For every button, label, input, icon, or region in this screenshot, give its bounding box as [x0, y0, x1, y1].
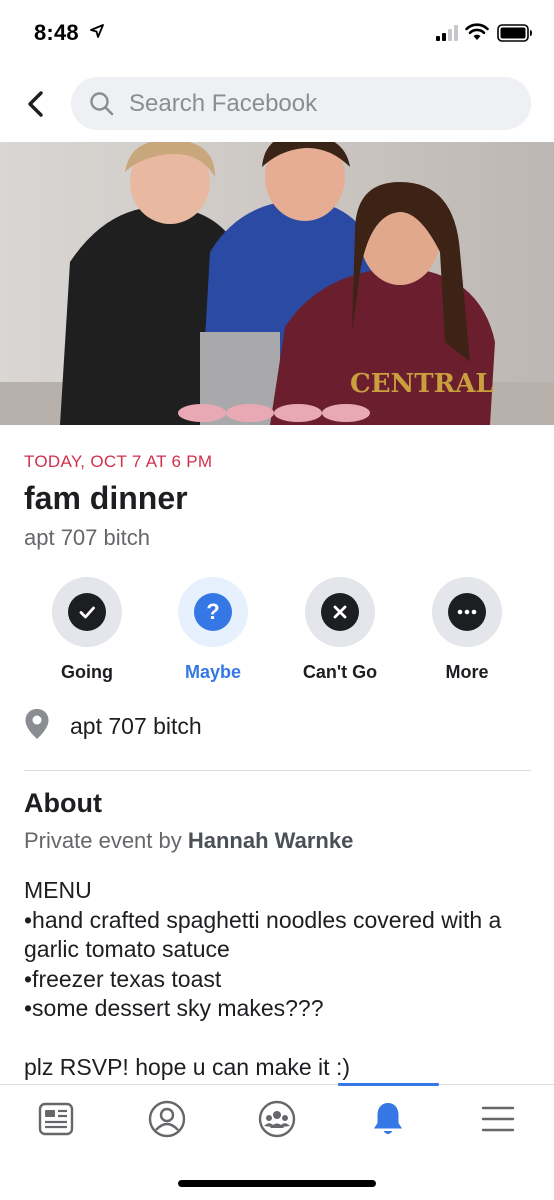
question-mark-icon: ?	[194, 593, 232, 631]
top-nav-bar: Search Facebook	[0, 70, 554, 136]
tab-profile[interactable]	[137, 1095, 197, 1143]
cant-go-label: Can't Go	[302, 662, 378, 682]
more-label: More	[445, 662, 489, 682]
profile-icon	[148, 1100, 186, 1138]
chevron-left-icon	[28, 91, 43, 117]
checkmark-icon	[68, 593, 106, 631]
more-icon-bg	[432, 577, 502, 647]
event-cover-photo[interactable]: CENTRAL	[0, 142, 554, 425]
maybe-label: Maybe	[184, 662, 242, 682]
event-host: Private event by Hannah Warnke	[24, 828, 353, 854]
news-feed-icon	[38, 1102, 74, 1136]
location-pin-icon	[24, 708, 50, 745]
search-input[interactable]: Search Facebook	[71, 77, 531, 130]
host-name-link[interactable]: Hannah Warnke	[188, 828, 353, 853]
groups-icon	[258, 1100, 296, 1138]
event-location[interactable]: apt 707 bitch	[24, 706, 202, 746]
maybe-button[interactable]: ? Maybe	[153, 577, 273, 683]
svg-text:CENTRAL: CENTRAL	[350, 369, 494, 399]
active-tab-indicator	[338, 1083, 439, 1086]
tab-notifications[interactable]	[358, 1095, 418, 1143]
tab-news-feed[interactable]	[26, 1095, 86, 1143]
event-description: MENU •hand crafted spaghetti noodles cov…	[24, 877, 502, 1080]
bell-icon	[374, 1103, 402, 1134]
location-arrow-icon	[90, 24, 104, 43]
cellular-signal-icon	[436, 25, 460, 46]
battery-icon	[497, 24, 533, 47]
location-text: apt 707 bitch	[70, 712, 202, 739]
bottom-tab-bar	[0, 1083, 554, 1154]
cant-go-icon-bg	[305, 577, 375, 647]
going-button[interactable]: Going	[27, 577, 147, 683]
status-time: 8:48	[34, 20, 79, 45]
wifi-icon	[465, 23, 489, 46]
back-button[interactable]	[18, 84, 54, 124]
event-date: TODAY, OCT 7 AT 6 PM	[24, 452, 213, 471]
ellipsis-icon	[448, 593, 486, 631]
maybe-icon-bg: ?	[178, 577, 248, 647]
hamburger-menu-icon	[481, 1106, 515, 1132]
home-indicator[interactable]	[178, 1180, 376, 1187]
host-prefix: Private event by	[24, 828, 188, 853]
event-title: fam dinner	[24, 480, 188, 516]
event-subtitle: apt 707 bitch	[24, 525, 150, 550]
about-heading: About	[24, 788, 102, 818]
rsvp-row: Going ? Maybe Can't Go More	[0, 577, 554, 687]
search-placeholder: Search Facebook	[129, 89, 318, 117]
search-icon	[89, 91, 115, 117]
cant-go-button[interactable]: Can't Go	[280, 577, 400, 683]
tab-groups[interactable]	[247, 1095, 307, 1143]
going-icon-bg	[52, 577, 122, 647]
x-icon	[321, 593, 359, 631]
going-label: Going	[61, 662, 113, 682]
more-button[interactable]: More	[407, 577, 527, 683]
section-divider	[24, 770, 531, 771]
status-bar: 8:48	[0, 0, 554, 66]
tab-menu[interactable]	[468, 1095, 528, 1143]
